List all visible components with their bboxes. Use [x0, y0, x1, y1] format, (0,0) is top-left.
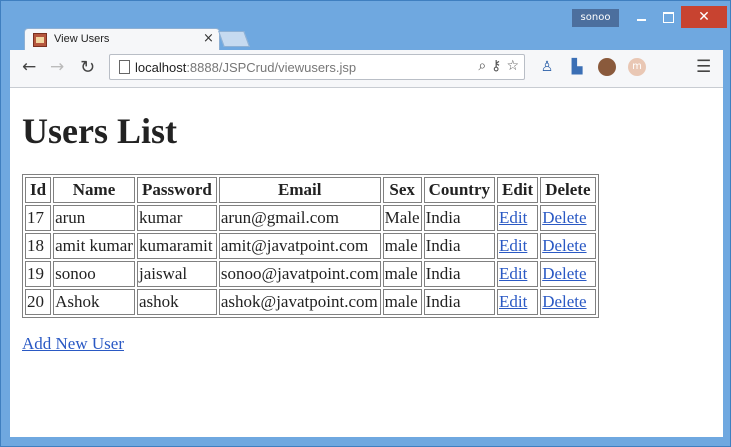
delete-link[interactable]: Delete	[542, 236, 586, 255]
table-row: 17 arun kumar arun@gmail.com Male India …	[25, 205, 596, 231]
browser-window: sonoo ✕ View Users × ← → ↻ localhost:888…	[0, 0, 731, 447]
cell-country: India	[423, 233, 496, 259]
cell-name: sonoo	[53, 261, 135, 287]
delete-link[interactable]: Delete	[542, 264, 586, 283]
cell-sex: male	[382, 261, 422, 287]
cell-sex: male	[382, 233, 422, 259]
cell-password: jaiswal	[136, 261, 217, 287]
favicon-icon	[33, 33, 47, 47]
table-row: 20 Ashok ashok ashok@javatpoint.com male…	[25, 289, 596, 315]
cell-country: India	[423, 289, 496, 315]
table-row: 19 sonoo jaiswal sonoo@javatpoint.com ma…	[25, 261, 596, 287]
edit-link[interactable]: Edit	[499, 292, 527, 311]
edit-link[interactable]: Edit	[499, 264, 527, 283]
cell-email: arun@gmail.com	[218, 205, 381, 231]
star-icon[interactable]: ☆	[506, 58, 519, 74]
cell-id: 18	[25, 233, 52, 259]
profile-badge[interactable]: sonoo	[572, 9, 619, 27]
menu-icon[interactable]: ☰	[696, 57, 711, 77]
cell-password: ashok	[136, 289, 217, 315]
column-header-delete: Delete	[540, 177, 596, 203]
key-icon[interactable]: ⚷	[491, 58, 501, 74]
maximize-icon	[662, 12, 674, 23]
add-new-user-link[interactable]: Add New User	[22, 334, 124, 354]
cell-sex: Male	[382, 205, 422, 231]
cell-id: 19	[25, 261, 52, 287]
new-tab-button[interactable]	[218, 31, 250, 47]
table-header-row: Id Name Password Email Sex Country Edit …	[25, 177, 596, 203]
cell-password: kumaramit	[136, 233, 217, 259]
column-header-sex: Sex	[382, 177, 422, 203]
cell-email: sonoo@javatpoint.com	[218, 261, 381, 287]
cell-country: India	[423, 205, 496, 231]
cell-country: India	[423, 261, 496, 287]
user-extension-icon[interactable]: ♙	[538, 58, 556, 76]
minimize-button[interactable]	[628, 6, 654, 28]
close-window-button[interactable]: ✕	[681, 6, 727, 28]
address-bar[interactable]: localhost:8888/JSPCrud/viewusers.jsp ⌕ ⚷ ☆	[109, 54, 525, 80]
forward-icon[interactable]: →	[50, 57, 64, 77]
column-header-name: Name	[53, 177, 135, 203]
column-header-password: Password	[136, 177, 217, 203]
url-text[interactable]: localhost:8888/JSPCrud/viewusers.jsp	[135, 60, 356, 75]
minimize-icon	[636, 19, 646, 21]
page-viewport: Users List Id Name Password Email Sex Co…	[10, 88, 723, 437]
zoom-icon[interactable]: ⌕	[478, 58, 486, 74]
column-header-country: Country	[423, 177, 496, 203]
table-row: 18 amit kumar kumaramit amit@javatpoint.…	[25, 233, 596, 259]
back-icon[interactable]: ←	[22, 57, 36, 77]
users-table: Id Name Password Email Sex Country Edit …	[22, 174, 599, 318]
tab-strip: View Users ×	[10, 28, 730, 51]
chart-extension-icon[interactable]: ▙	[568, 58, 586, 76]
cell-id: 20	[25, 289, 52, 315]
browser-toolbar: ← → ↻ localhost:8888/JSPCrud/viewusers.j…	[10, 50, 723, 88]
tab-view-users[interactable]: View Users ×	[24, 28, 220, 51]
page-title: Users List	[22, 111, 177, 151]
cell-email: amit@javatpoint.com	[218, 233, 381, 259]
tab-title: View Users	[54, 33, 110, 45]
m-extension-icon[interactable]: m	[628, 58, 646, 76]
cell-name: Ashok	[53, 289, 135, 315]
cell-password: kumar	[136, 205, 217, 231]
cell-name: amit kumar	[53, 233, 135, 259]
page-icon	[119, 60, 130, 74]
edit-link[interactable]: Edit	[499, 208, 527, 227]
column-header-edit: Edit	[497, 177, 539, 203]
delete-link[interactable]: Delete	[542, 208, 586, 227]
reload-icon[interactable]: ↻	[80, 57, 95, 78]
close-icon: ✕	[698, 9, 710, 25]
column-header-email: Email	[218, 177, 381, 203]
cell-name: arun	[53, 205, 135, 231]
cell-sex: male	[382, 289, 422, 315]
column-header-id: Id	[25, 177, 52, 203]
maximize-button[interactable]	[655, 6, 681, 28]
delete-link[interactable]: Delete	[542, 292, 586, 311]
avatar-extension-icon[interactable]	[598, 58, 616, 76]
tab-close-icon[interactable]: ×	[203, 31, 214, 46]
edit-link[interactable]: Edit	[499, 236, 527, 255]
title-bar: sonoo ✕	[1, 1, 731, 31]
cell-email: ashok@javatpoint.com	[218, 289, 381, 315]
cell-id: 17	[25, 205, 52, 231]
